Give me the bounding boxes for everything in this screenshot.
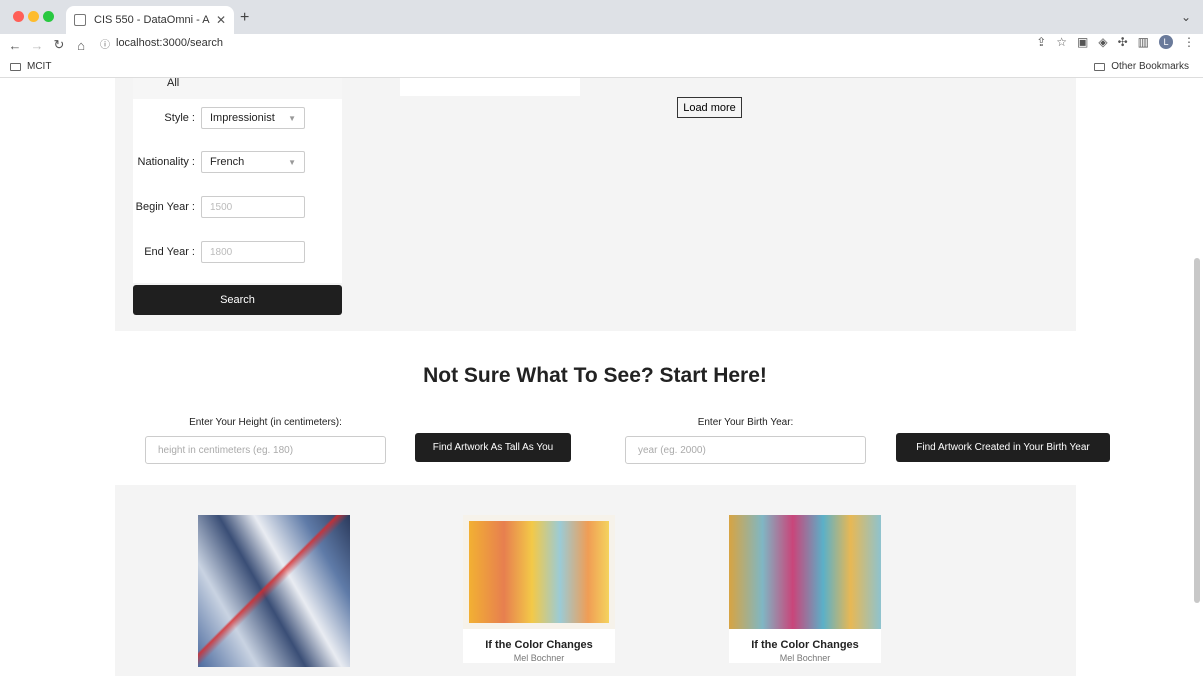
artwork-title: If the Color Changes [751, 639, 859, 651]
toolbar-actions: ⇪ ☆ ▣ ◈ ✣ ▥ L ⋮ [1036, 35, 1195, 49]
more-menu-icon[interactable]: ⋮ [1183, 35, 1195, 49]
find-by-height-button[interactable]: Find Artwork As Tall As You [415, 433, 571, 462]
end-year-row: End Year : [133, 241, 342, 263]
shield-extension-icon[interactable]: ◈ [1098, 35, 1107, 49]
puzzle-extensions-icon[interactable]: ✣ [1118, 35, 1128, 49]
address-bar[interactable]: ⓘ localhost:3000/search [100, 34, 1100, 52]
maximize-window-button[interactable] [43, 11, 54, 22]
artwork-card[interactable]: If the Color Changes Mel Bochner [463, 515, 615, 663]
filter-panel: All Style : Impressionist ▼ Nationality … [133, 78, 342, 283]
folder-icon [10, 62, 21, 71]
page-scrollbar[interactable] [1194, 258, 1200, 603]
url-text: localhost:3000/search [116, 37, 224, 49]
bookmark-star-icon[interactable]: ☆ [1056, 35, 1067, 49]
load-more-button[interactable]: Load more [677, 97, 742, 118]
artwork-image[interactable] [198, 515, 350, 667]
close-window-button[interactable] [13, 11, 24, 22]
height-input[interactable] [145, 436, 386, 464]
nationality-filter-row: Nationality : French ▼ [133, 151, 342, 173]
browser-tab[interactable]: CIS 550 - DataOmni - Art Galle ✕ [66, 6, 234, 34]
find-by-birth-year-button[interactable]: Find Artwork Created in Your Birth Year [896, 433, 1110, 462]
artwork-card[interactable]: If the Color Changes Mel Bochner [729, 515, 881, 663]
results-card-bottom [400, 78, 580, 96]
artwork-title: If the Color Changes [485, 639, 593, 651]
style-filter-row: Style : Impressionist ▼ [133, 107, 342, 129]
chevron-down-icon: ▼ [288, 157, 296, 167]
back-icon[interactable]: ← [4, 38, 26, 53]
nationality-select[interactable]: French ▼ [201, 151, 305, 173]
begin-year-input[interactable] [201, 196, 305, 218]
artwork-gallery: If the Color Changes Mel Bochner If the … [115, 485, 1076, 676]
artwork-card[interactable] [198, 515, 350, 667]
category-all-option[interactable]: All [133, 78, 342, 99]
tab-close-icon[interactable]: ✕ [216, 13, 226, 27]
artwork-artist: Mel Bochner [513, 653, 565, 663]
profile-avatar[interactable]: L [1159, 35, 1173, 49]
artwork-image[interactable] [729, 515, 881, 629]
new-tab-icon[interactable]: + [240, 9, 249, 27]
recommend-heading: Not Sure What To See? Start Here! [423, 364, 767, 387]
site-info-icon[interactable]: ⓘ [100, 36, 110, 51]
share-icon[interactable]: ⇪ [1036, 35, 1046, 49]
style-label: Style : [164, 112, 195, 124]
artwork-image[interactable] [463, 515, 615, 629]
height-label: Enter Your Height (in centimeters): [189, 417, 342, 428]
bookmarks-bar: MCIT Other Bookmarks [0, 56, 1203, 78]
nationality-label: Nationality : [137, 156, 195, 168]
birth-year-label: Enter Your Birth Year: [697, 417, 794, 428]
forward-icon[interactable]: → [26, 38, 48, 53]
bookmark-folder-mcit[interactable]: MCIT [10, 61, 51, 72]
search-section: All Style : Impressionist ▼ Nationality … [115, 78, 1076, 331]
end-year-input[interactable] [201, 241, 305, 263]
begin-year-label: Begin Year : [135, 201, 195, 213]
style-select[interactable]: Impressionist ▼ [201, 107, 305, 129]
folder-icon [1094, 62, 1106, 71]
chevron-down-icon: ▼ [288, 113, 296, 123]
style-value: Impressionist [210, 112, 275, 124]
search-button[interactable]: Search [133, 285, 342, 315]
minimize-window-button[interactable] [28, 11, 39, 22]
bookmark-label: MCIT [27, 61, 52, 72]
tab-favicon-icon [74, 14, 86, 26]
tab-search-chevron-icon[interactable]: ⌄ [1181, 10, 1191, 24]
tab-title: CIS 550 - DataOmni - Art Galle [94, 14, 210, 26]
page-viewport: All Style : Impressionist ▼ Nationality … [0, 78, 1203, 676]
nationality-value: French [210, 156, 245, 168]
home-icon[interactable]: ⌂ [70, 38, 92, 53]
bookmark-folder-other[interactable]: Other Bookmarks [1094, 61, 1189, 72]
extension-icon[interactable]: ▣ [1077, 35, 1088, 49]
reload-icon[interactable]: ↻ [48, 37, 70, 53]
side-panel-icon[interactable]: ▥ [1138, 35, 1149, 49]
birth-year-input[interactable] [625, 436, 866, 464]
end-year-label: End Year : [144, 246, 195, 258]
bookmark-label: Other Bookmarks [1111, 61, 1189, 72]
artwork-artist: Mel Bochner [779, 653, 831, 663]
begin-year-row: Begin Year : [133, 196, 342, 218]
browser-tab-bar: CIS 550 - DataOmni - Art Galle ✕ + ⌄ [0, 0, 1203, 34]
